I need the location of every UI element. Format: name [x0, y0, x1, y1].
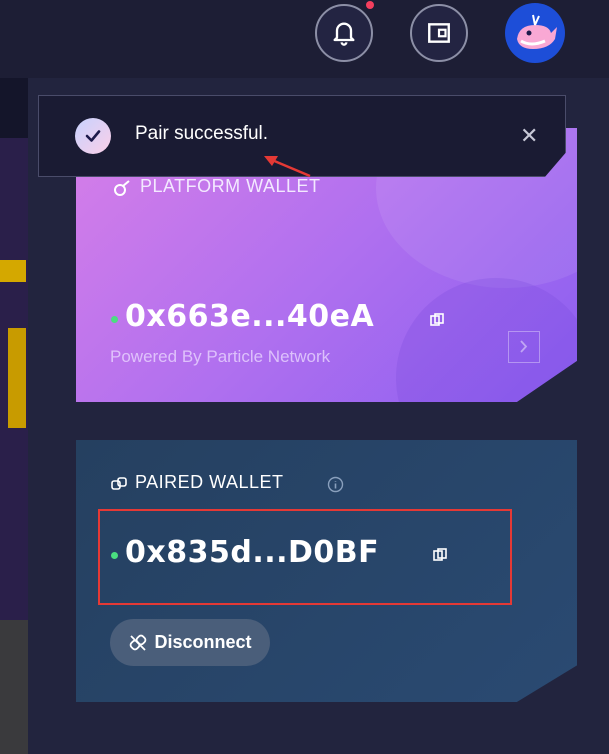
- annotation-arrow: [264, 156, 311, 178]
- close-icon[interactable]: ✕: [520, 124, 538, 149]
- copy-icon[interactable]: [433, 548, 447, 562]
- notifications-button[interactable]: [315, 4, 373, 62]
- copy-icon[interactable]: [430, 313, 444, 327]
- platform-wallet-address: 0x663e...40eA: [125, 299, 375, 334]
- paired-wallet-address: 0x835d...D0BF: [125, 535, 380, 570]
- info-icon[interactable]: [327, 476, 344, 493]
- wallet-icon: [428, 23, 450, 43]
- notification-dot: [366, 1, 374, 9]
- bell-icon: [333, 22, 355, 46]
- avatar[interactable]: [505, 3, 565, 63]
- disconnect-button[interactable]: Disconnect: [110, 619, 270, 666]
- top-bar: [0, 0, 609, 78]
- disconnect-label: Disconnect: [154, 632, 252, 652]
- powered-by-text: Powered By Particle Network: [110, 347, 331, 366]
- check-icon: [75, 118, 111, 154]
- unlink-icon: [111, 477, 127, 490]
- unlink-icon: [130, 634, 147, 651]
- link-icon: [114, 180, 130, 196]
- whale-avatar: [517, 14, 557, 49]
- chevron-right-icon[interactable]: [508, 331, 540, 363]
- status-dot: [111, 316, 118, 323]
- status-dot: [111, 552, 118, 559]
- toast-message: Pair successful.: [135, 123, 269, 144]
- background-art: [0, 78, 28, 754]
- paired-wallet-label: PAIRED WALLET: [135, 472, 284, 492]
- wallet-button[interactable]: [410, 4, 468, 62]
